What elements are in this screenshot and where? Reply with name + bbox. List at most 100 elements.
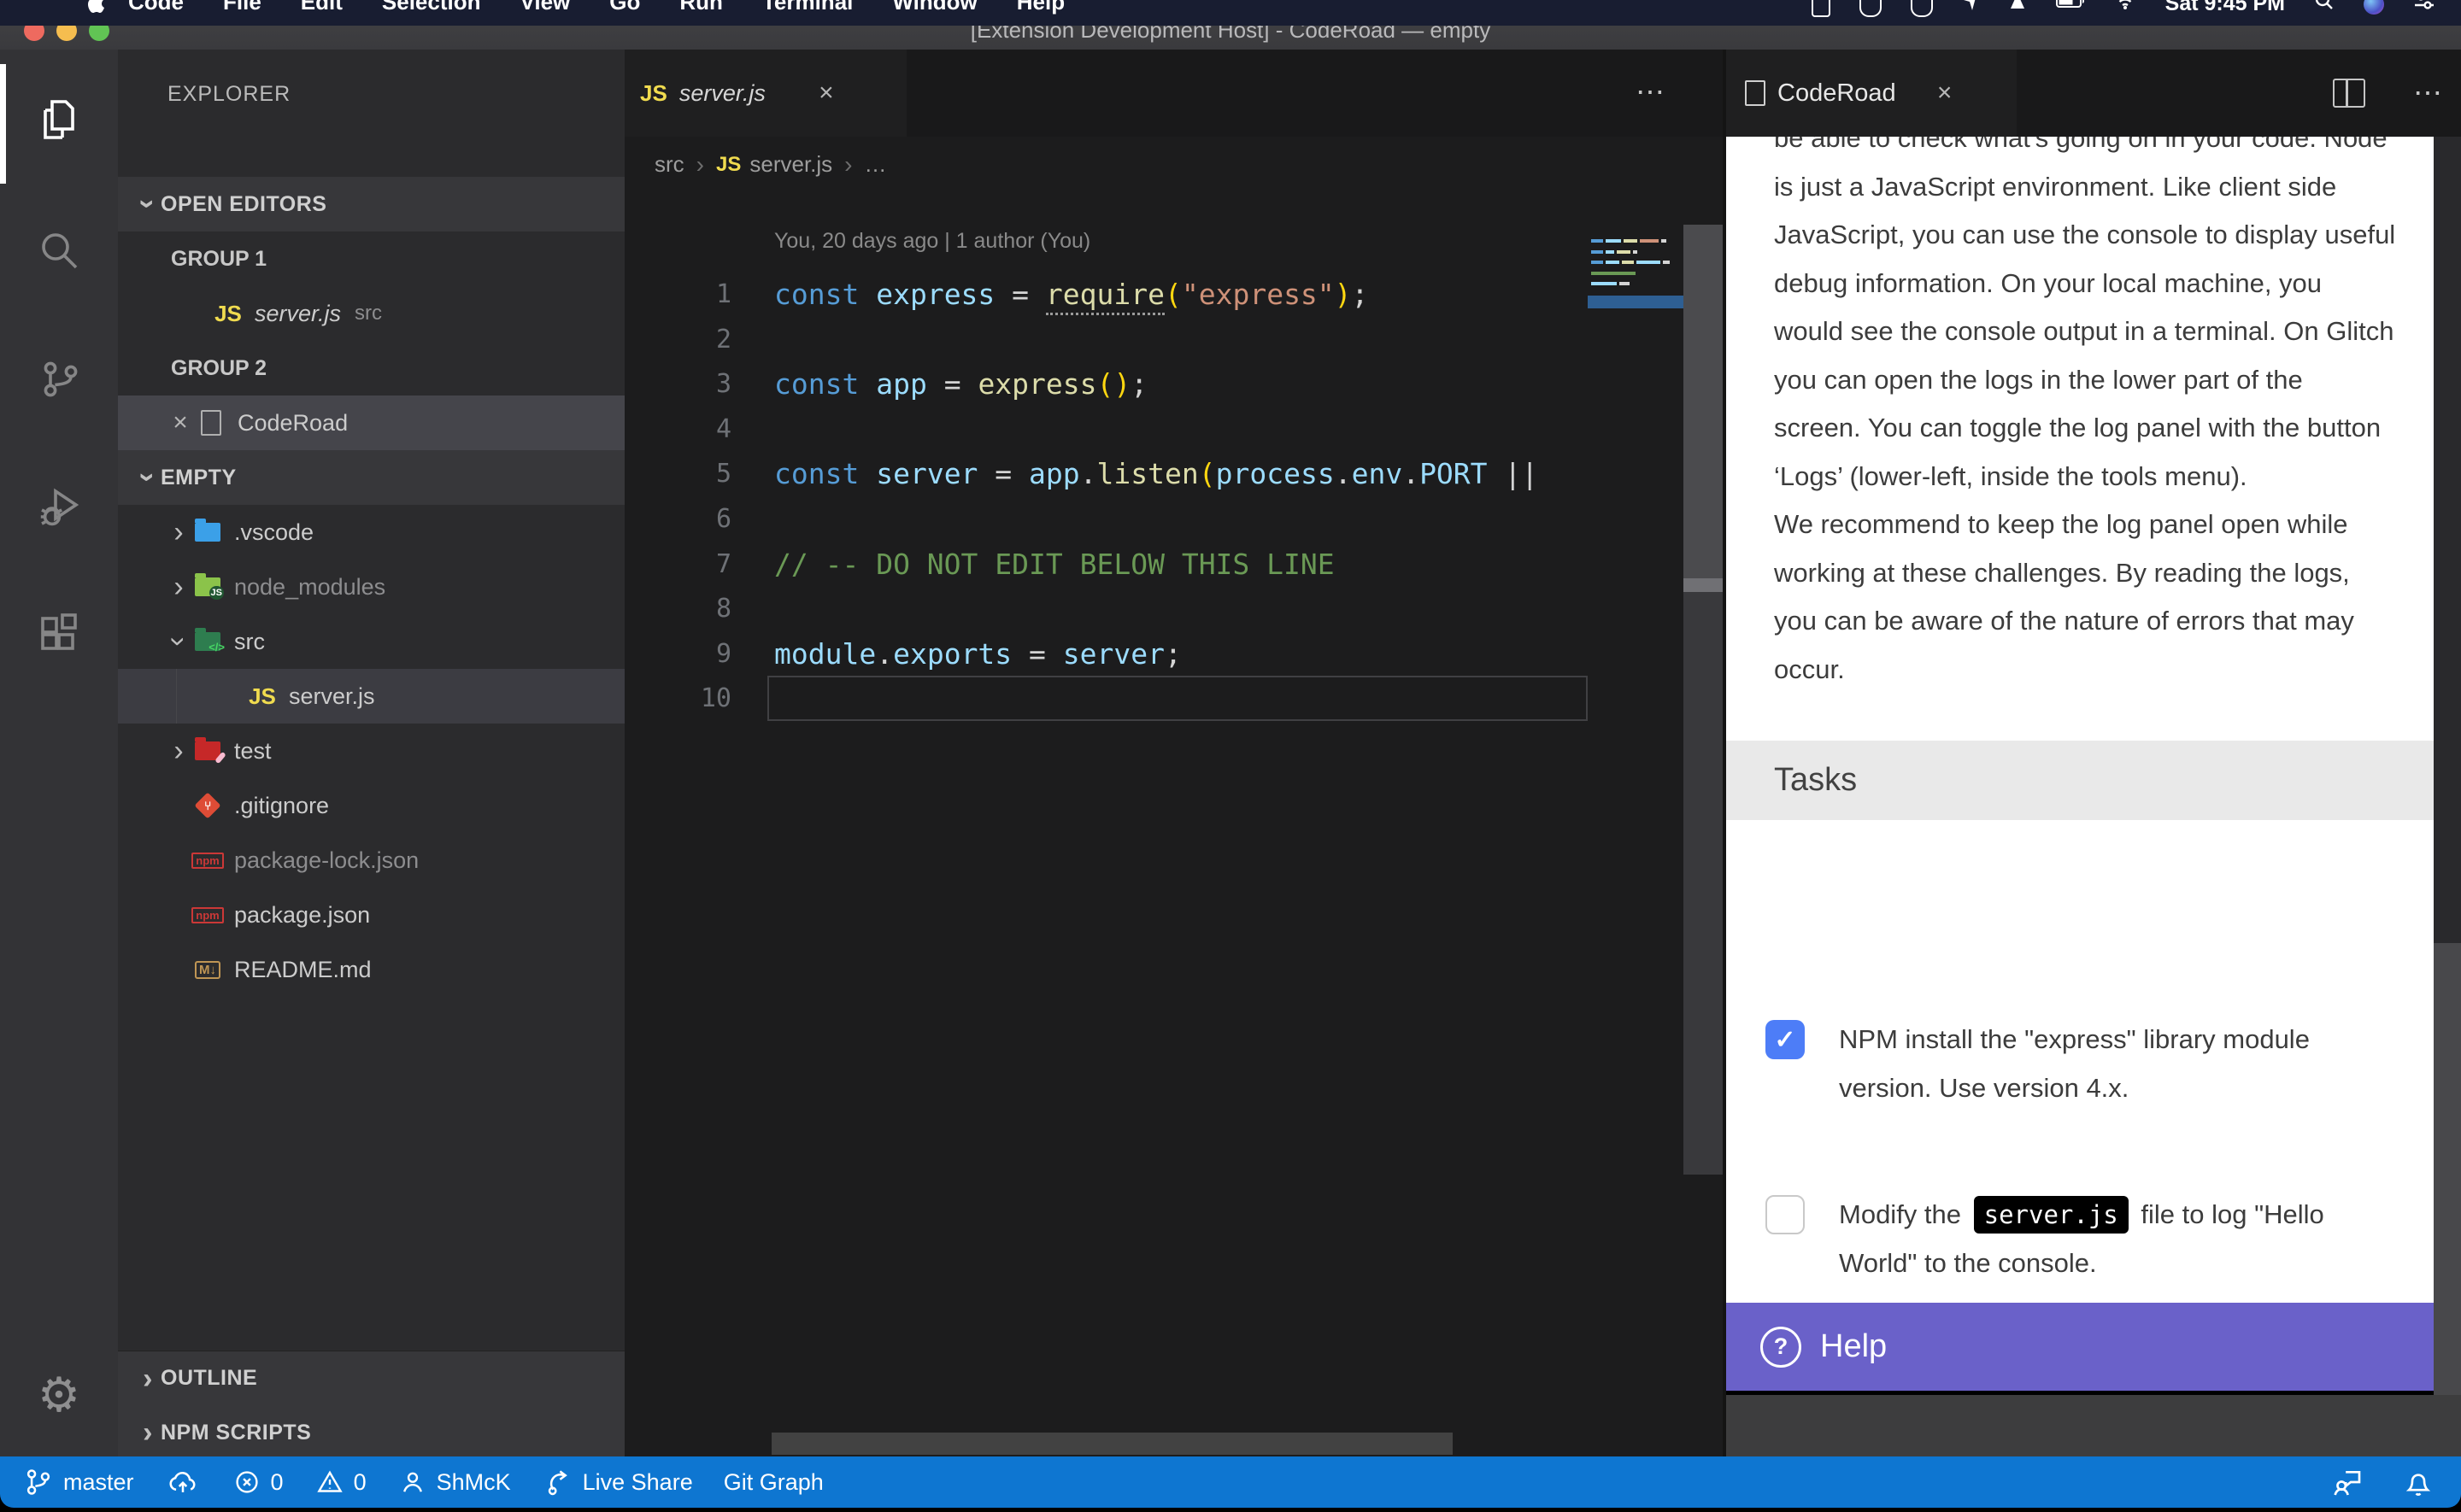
line-number: 6 (625, 504, 731, 534)
menu-item-view[interactable]: View (520, 0, 571, 15)
source-control-icon[interactable] (0, 331, 118, 425)
status-item-cloud-upload[interactable] (165, 1466, 201, 1498)
menu-item-run[interactable]: Run (679, 0, 723, 15)
status-item-shmck[interactable]: ShMcK (397, 1467, 511, 1497)
code-line-7[interactable]: 7 // -- DO NOT EDIT BELOW THIS LINE (625, 542, 1726, 587)
tree-item-readme-md[interactable]: ›M↓README.md (118, 942, 625, 997)
chevron-down-icon: › (164, 629, 193, 654)
explorer-icon[interactable] (0, 73, 118, 167)
open-editor-serverjs[interactable]: JS server.js src (118, 286, 625, 341)
breadcrumb-separator: › (696, 151, 704, 179)
task-checkbox[interactable] (1765, 1195, 1805, 1234)
menu-item-code[interactable]: Code (128, 0, 184, 15)
wifi-icon[interactable] (2114, 0, 2136, 18)
battery-icon[interactable] (2056, 0, 2085, 18)
task-row: ✓NPM install the "express" library modul… (1765, 1015, 2310, 1112)
codelens-annotation[interactable]: You, 20 days ago | 1 author (You) (774, 229, 1090, 254)
code-line-6[interactable]: 6 (625, 496, 1726, 542)
apple-logo-icon[interactable] (85, 0, 104, 18)
code-line-2[interactable]: 2 (625, 317, 1726, 362)
menu-item-file[interactable]: File (223, 0, 261, 15)
tree-item--gitignore[interactable]: ›⑂.gitignore (118, 778, 625, 833)
close-tab-icon[interactable]: × (812, 79, 841, 108)
tree-item-package-json[interactable]: ›npmpackage.json (118, 888, 625, 942)
close-icon[interactable]: × (166, 408, 195, 437)
code-token: // -- DO NOT EDIT BELOW THIS LINE (774, 548, 1335, 581)
breadcrumb[interactable]: src › JS server.js › … (625, 137, 1726, 192)
task-checkbox[interactable]: ✓ (1765, 1020, 1805, 1059)
help-bar[interactable]: ? Help (1726, 1303, 2461, 1391)
scrollbar-thumb[interactable] (1683, 578, 1723, 592)
status-item-live-share[interactable]: Live Share (542, 1466, 693, 1498)
tree-item-label: .gitignore (234, 793, 329, 819)
menu-item-selection[interactable]: Selection (382, 0, 481, 15)
close-tab-icon[interactable]: × (1930, 79, 1959, 108)
menu-item-go[interactable]: Go (609, 0, 640, 15)
code-token: env (1352, 457, 1403, 490)
status-item-master[interactable]: master (22, 1466, 134, 1498)
breadcrumb-symbol[interactable]: … (865, 151, 887, 178)
search-icon[interactable] (0, 203, 118, 297)
menu-item-terminal[interactable]: Terminal (762, 0, 853, 15)
open-editors-header[interactable]: › OPEN EDITORS (118, 177, 625, 231)
spotlight-icon[interactable] (2314, 0, 2335, 18)
chevron-right-icon: › (135, 1418, 161, 1447)
node-modules-folder-icon: JS (195, 577, 220, 596)
code-token: PORT (1419, 457, 1487, 490)
panel-more-icon[interactable]: ⋯ (2413, 76, 2444, 110)
open-editor-coderoad[interactable]: × CodeRoad (118, 396, 625, 450)
horizontal-scrollbar-thumb[interactable] (772, 1433, 1453, 1455)
tree-item--vscode[interactable]: ›.vscode (118, 505, 625, 560)
code-line-8[interactable]: 8 (625, 586, 1726, 631)
feedback-icon[interactable] (2329, 1465, 2364, 1499)
minimap-line (1591, 250, 1637, 254)
menu-bar-clock[interactable]: Sat 9:45 PM (2165, 0, 2285, 16)
breadcrumb-file[interactable]: server.js (749, 151, 832, 178)
webview-scrollbar-thumb[interactable] (2434, 943, 2461, 1395)
code-token (859, 367, 876, 401)
shield2-icon[interactable] (1911, 0, 1933, 17)
line-number: 7 (625, 549, 731, 579)
control-center-icon[interactable] (2413, 0, 2435, 18)
split-editor-icon[interactable] (2333, 79, 2365, 108)
display-icon[interactable] (1812, 0, 1830, 17)
minimap-line (1591, 239, 1666, 243)
menu-item-window[interactable]: Window (892, 0, 977, 15)
extensions-icon[interactable] (0, 588, 118, 682)
siri-icon[interactable] (2364, 0, 2384, 15)
files-section-header[interactable]: › EMPTY (118, 450, 625, 505)
tree-item-test[interactable]: ›test (118, 724, 625, 778)
run-debug-icon[interactable] (0, 460, 118, 554)
status-item-0[interactable]: 0 (314, 1467, 367, 1497)
code-token: const (774, 278, 859, 311)
menu-item-help[interactable]: Help (1017, 0, 1065, 15)
keyboard-brightness-icon[interactable] (2008, 0, 2027, 18)
code-line-4[interactable]: 4 (625, 407, 1726, 452)
tab-coderoad[interactable]: CodeRoad × (1726, 50, 2017, 137)
line-number: 5 (625, 459, 731, 489)
editor-actions-more-icon[interactable]: ⋯ (1636, 75, 1666, 109)
tree-item-src[interactable]: ›</>src (118, 614, 625, 669)
breadcrumb-src[interactable]: src (655, 151, 684, 178)
menu-item-edit[interactable]: Edit (301, 0, 343, 15)
manage-gear-icon[interactable]: ⚙ (0, 1348, 118, 1442)
tab-serverjs[interactable]: JS server.js × (625, 50, 907, 137)
webview-scrollbar-track[interactable] (2434, 137, 2461, 943)
outline-section-header[interactable]: › OUTLINE (118, 1351, 625, 1405)
notifications-bell-icon[interactable] (2401, 1465, 2435, 1499)
status-item-0[interactable]: 0 (232, 1467, 284, 1497)
tree-item-node-modules[interactable]: ›JSnode_modules (118, 560, 625, 614)
code-line-5[interactable]: 5const server = app.listen(process.env.P… (625, 451, 1726, 496)
tree-item-package-lock-json[interactable]: ›npmpackage-lock.json (118, 833, 625, 888)
status-item-git-graph[interactable]: Git Graph (724, 1469, 824, 1496)
npm-scripts-section-header[interactable]: › NPM SCRIPTS (118, 1405, 625, 1460)
code-line-9[interactable]: 9module.exports = server; (625, 631, 1726, 677)
shield-icon[interactable] (1859, 0, 1882, 17)
location-icon[interactable] (1962, 0, 1979, 18)
code-line-1[interactable]: 1const express = require("express"); (625, 272, 1726, 317)
task-text-line: Modify the server.js file to log "Hello (1839, 1190, 2324, 1239)
code-line-3[interactable]: 3const app = express(); (625, 361, 1726, 407)
task-text-line: World" to the console. (1839, 1239, 2324, 1287)
task-row: Modify the server.js file to log "HelloW… (1765, 1190, 2324, 1287)
tree-item-server-js[interactable]: ›JSserver.js (118, 669, 625, 724)
